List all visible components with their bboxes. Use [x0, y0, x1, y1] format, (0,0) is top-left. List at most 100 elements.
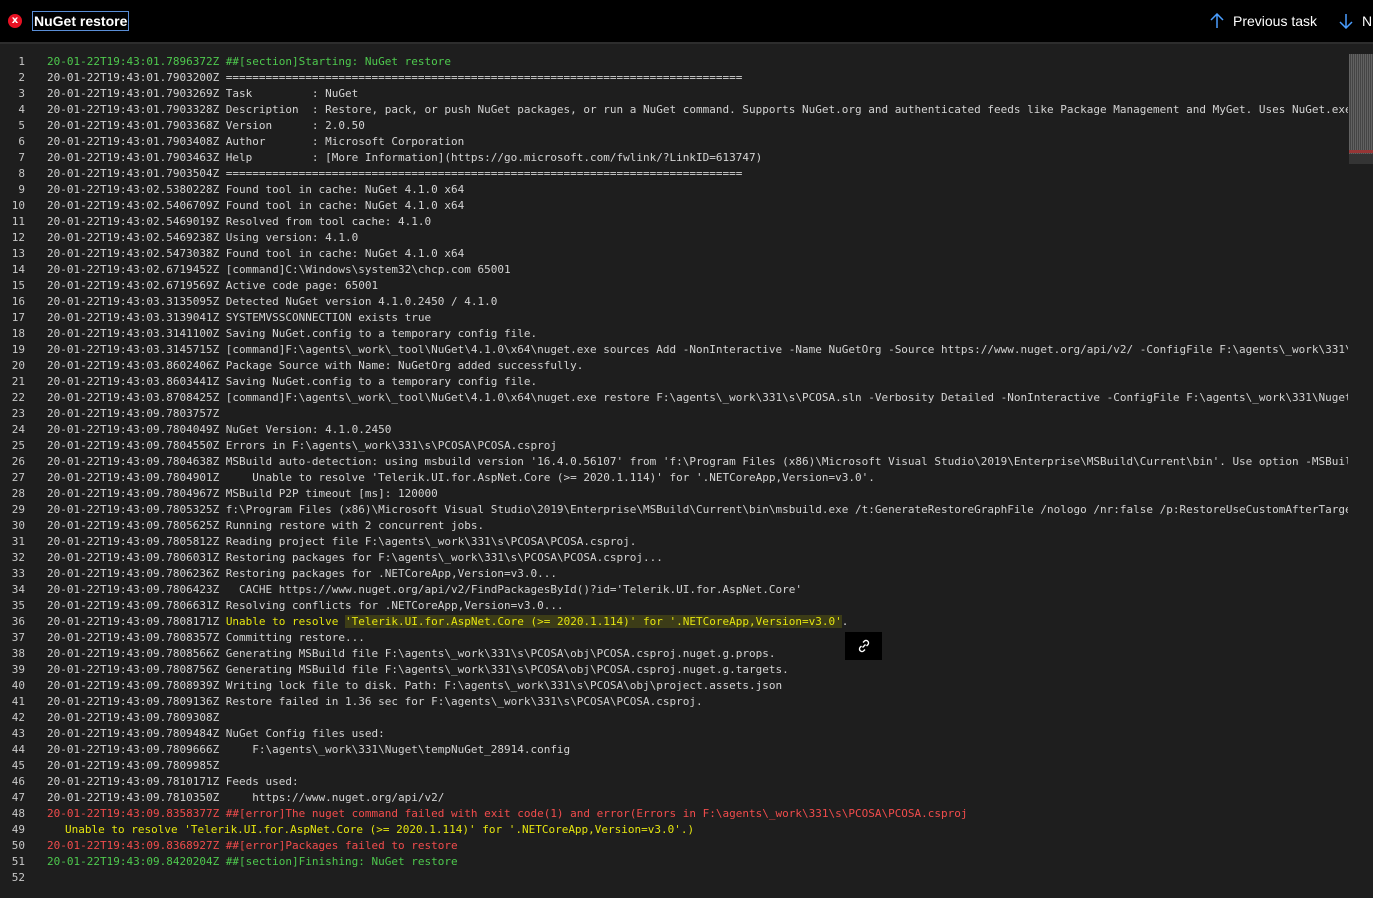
log-line: 21 20-01-22T19:43:03.8603441Z Saving NuGe… — [0, 374, 1348, 390]
log-line: 5 20-01-22T19:43:01.7903368Z Version : 2.… — [0, 118, 1348, 134]
log-line: 45 20-01-22T19:43:09.7809985Z — [0, 758, 1348, 774]
log-line: 23 20-01-22T19:43:09.7803757Z — [0, 406, 1348, 422]
line-number: 26 — [11, 455, 25, 468]
task-header: x NuGet restore Previous task N — [0, 0, 1373, 44]
failed-status-icon: x — [8, 14, 22, 28]
line-number: 49 — [11, 823, 25, 836]
line-number: 47 — [11, 791, 25, 804]
log-line-text: 20-01-22T19:43:02.5469238Z Using version… — [47, 231, 359, 244]
line-number: 3 — [18, 87, 25, 100]
log-line: 10 20-01-22T19:43:02.5406709Z Found tool … — [0, 198, 1348, 214]
log-line: 30 20-01-22T19:43:09.7805625Z Running res… — [0, 518, 1348, 534]
log-line-text: 20-01-22T19:43:02.5469019Z Resolved from… — [47, 215, 432, 228]
log-line-text: 20-01-22T19:43:02.6719569Z Active code p… — [47, 279, 379, 292]
log-line: 20 20-01-22T19:43:03.8602406Z Package Sou… — [0, 358, 1348, 374]
line-number: 41 — [11, 695, 25, 708]
line-number: 46 — [11, 775, 25, 788]
log-line-text: 20-01-22T19:43:09.7804638Z MSBuild auto-… — [47, 455, 1348, 468]
log-line: 13 20-01-22T19:43:02.5473038Z Found tool … — [0, 246, 1348, 262]
log-line: 4 20-01-22T19:43:01.7903328Z Description … — [0, 102, 1348, 118]
log-line-text: 20-01-22T19:43:01.7896372Z ##[section]St… — [47, 55, 451, 68]
arrow-up-icon — [1210, 13, 1224, 28]
log-line: 2 20-01-22T19:43:01.7903200Z ============… — [0, 70, 1348, 86]
line-number: 44 — [11, 743, 25, 756]
log-line: 1 20-01-22T19:43:01.7896372Z ##[section]S… — [0, 54, 1348, 70]
log-line: 49 Unable to resolve 'Telerik.UI.for.AspN… — [0, 822, 1348, 838]
log-line-text: 20-01-22T19:43:09.7809484Z NuGet Config … — [47, 727, 385, 740]
log-line: 50 20-01-22T19:43:09.8368927Z ##[error]Pa… — [0, 838, 1348, 854]
log-line-text: 20-01-22T19:43:03.8602406Z Package Sourc… — [47, 359, 584, 372]
log-line: 39 20-01-22T19:43:09.7808756Z Generating … — [0, 662, 1348, 678]
log-line-text: 20-01-22T19:43:09.7804550Z Errors in F:\… — [47, 439, 557, 452]
log-line: 24 20-01-22T19:43:09.7804049Z NuGet Versi… — [0, 422, 1348, 438]
line-number: 9 — [18, 183, 25, 196]
log-line-text: 20-01-22T19:43:09.7804901Z Unable to res… — [47, 471, 875, 484]
line-number: 11 — [11, 215, 25, 228]
line-number: 25 — [11, 439, 25, 452]
log-line: 51 20-01-22T19:43:09.8420204Z ##[section]… — [0, 854, 1348, 870]
log-line-text: 20-01-22T19:43:01.7903408Z Author : Micr… — [47, 135, 465, 148]
log-line-text: 20-01-22T19:43:09.7805325Z f:\Program Fi… — [47, 503, 1348, 516]
arrow-down-icon — [1339, 14, 1353, 29]
vertical-scrollbar[interactable] — [1348, 54, 1373, 898]
log-line: 38 20-01-22T19:43:09.7808566Z Generating … — [0, 646, 1348, 662]
log-line-text: 20-01-22T19:43:03.3139041Z SYSTEMVSSCONN… — [47, 311, 432, 324]
line-number: 6 — [18, 135, 25, 148]
log-line-text: 20-01-22T19:43:09.7806031Z Restoring pac… — [47, 551, 663, 564]
log-line: 31 20-01-22T19:43:09.7805812Z Reading pro… — [0, 534, 1348, 550]
log-line-text: 20-01-22T19:43:09.7806236Z Restoring pac… — [47, 567, 557, 580]
line-number: 43 — [11, 727, 25, 740]
log-line-text: 20-01-22T19:43:09.7808171Z Unable to res… — [47, 615, 849, 628]
log-line: 16 20-01-22T19:43:03.3135095Z Detected Nu… — [0, 294, 1348, 310]
line-number: 50 — [11, 839, 25, 852]
log-line-text: 20-01-22T19:43:09.7805812Z Reading proje… — [47, 535, 637, 548]
log-line-text: 20-01-22T19:43:03.3141100Z Saving NuGet.… — [47, 327, 538, 340]
previous-task-button[interactable]: Previous task — [1209, 0, 1317, 42]
line-number: 4 — [18, 103, 25, 116]
log-line: 9 20-01-22T19:43:02.5380228Z Found tool i… — [0, 182, 1348, 198]
log-line: 3 20-01-22T19:43:01.7903269Z Task : NuGet — [0, 86, 1348, 102]
log-line-text: 20-01-22T19:43:01.7903368Z Version : 2.0… — [47, 119, 365, 132]
line-number: 37 — [11, 631, 25, 644]
line-number: 38 — [11, 647, 25, 660]
link-icon — [858, 639, 869, 653]
log-line: 18 20-01-22T19:43:03.3141100Z Saving NuGe… — [0, 326, 1348, 342]
line-number: 31 — [11, 535, 25, 548]
log-line-text: 20-01-22T19:43:09.7808939Z Writing lock … — [47, 679, 783, 692]
log-line: 44 20-01-22T19:43:09.7809666Z F:\agents\_… — [0, 742, 1348, 758]
line-number: 12 — [11, 231, 25, 244]
log-line: 6 20-01-22T19:43:01.7903408Z Author : Mic… — [0, 134, 1348, 150]
log-line-text: 20-01-22T19:43:09.7804967Z MSBuild P2P t… — [47, 487, 438, 500]
scrollbar-thumb[interactable] — [1349, 54, 1373, 164]
line-number: 23 — [11, 407, 25, 420]
log-viewer[interactable]: 1 20-01-22T19:43:01.7896372Z ##[section]S… — [0, 54, 1348, 898]
previous-task-label: Previous task — [1233, 13, 1318, 29]
line-number: 35 — [11, 599, 25, 612]
next-task-button[interactable]: N — [1338, 0, 1372, 42]
line-number: 48 — [11, 807, 25, 820]
log-line-text: 20-01-22T19:43:09.7809136Z Restore faile… — [47, 695, 703, 708]
log-line-text: 20-01-22T19:43:09.7804049Z NuGet Version… — [47, 423, 392, 436]
log-line: 42 20-01-22T19:43:09.7809308Z — [0, 710, 1348, 726]
line-number: 36 — [11, 615, 25, 628]
log-line: 37 20-01-22T19:43:09.7808357Z Committing … — [0, 630, 1348, 646]
line-number: 32 — [11, 551, 25, 564]
log-line: 36 20-01-22T19:43:09.7808171Z Unable to r… — [0, 614, 1348, 630]
log-line-text: 20-01-22T19:43:01.7903200Z =============… — [47, 71, 743, 84]
log-line-text: 20-01-22T19:43:09.8420204Z ##[section]Fi… — [47, 855, 458, 868]
log-line: 15 20-01-22T19:43:02.6719569Z Active code… — [0, 278, 1348, 294]
log-line-text: 20-01-22T19:43:03.3145715Z [command]F:\a… — [47, 343, 1348, 356]
log-line-text: 20-01-22T19:43:09.7808756Z Generating MS… — [47, 663, 789, 676]
copy-link-button[interactable] — [845, 632, 882, 660]
line-number: 5 — [18, 119, 25, 132]
log-line-text: 20-01-22T19:43:09.8368927Z ##[error]Pack… — [47, 839, 458, 852]
log-line-text: 20-01-22T19:43:09.7809308Z — [47, 711, 220, 724]
line-number: 7 — [18, 151, 25, 164]
line-number: 27 — [11, 471, 25, 484]
line-number: 20 — [11, 359, 25, 372]
log-line: 25 20-01-22T19:43:09.7804550Z Errors in F… — [0, 438, 1348, 454]
line-number: 39 — [11, 663, 25, 676]
log-line: 12 20-01-22T19:43:02.5469238Z Using versi… — [0, 230, 1348, 246]
log-line-text: 20-01-22T19:43:09.7806423Z CACHE https:/… — [47, 583, 802, 596]
line-number: 52 — [11, 871, 25, 884]
